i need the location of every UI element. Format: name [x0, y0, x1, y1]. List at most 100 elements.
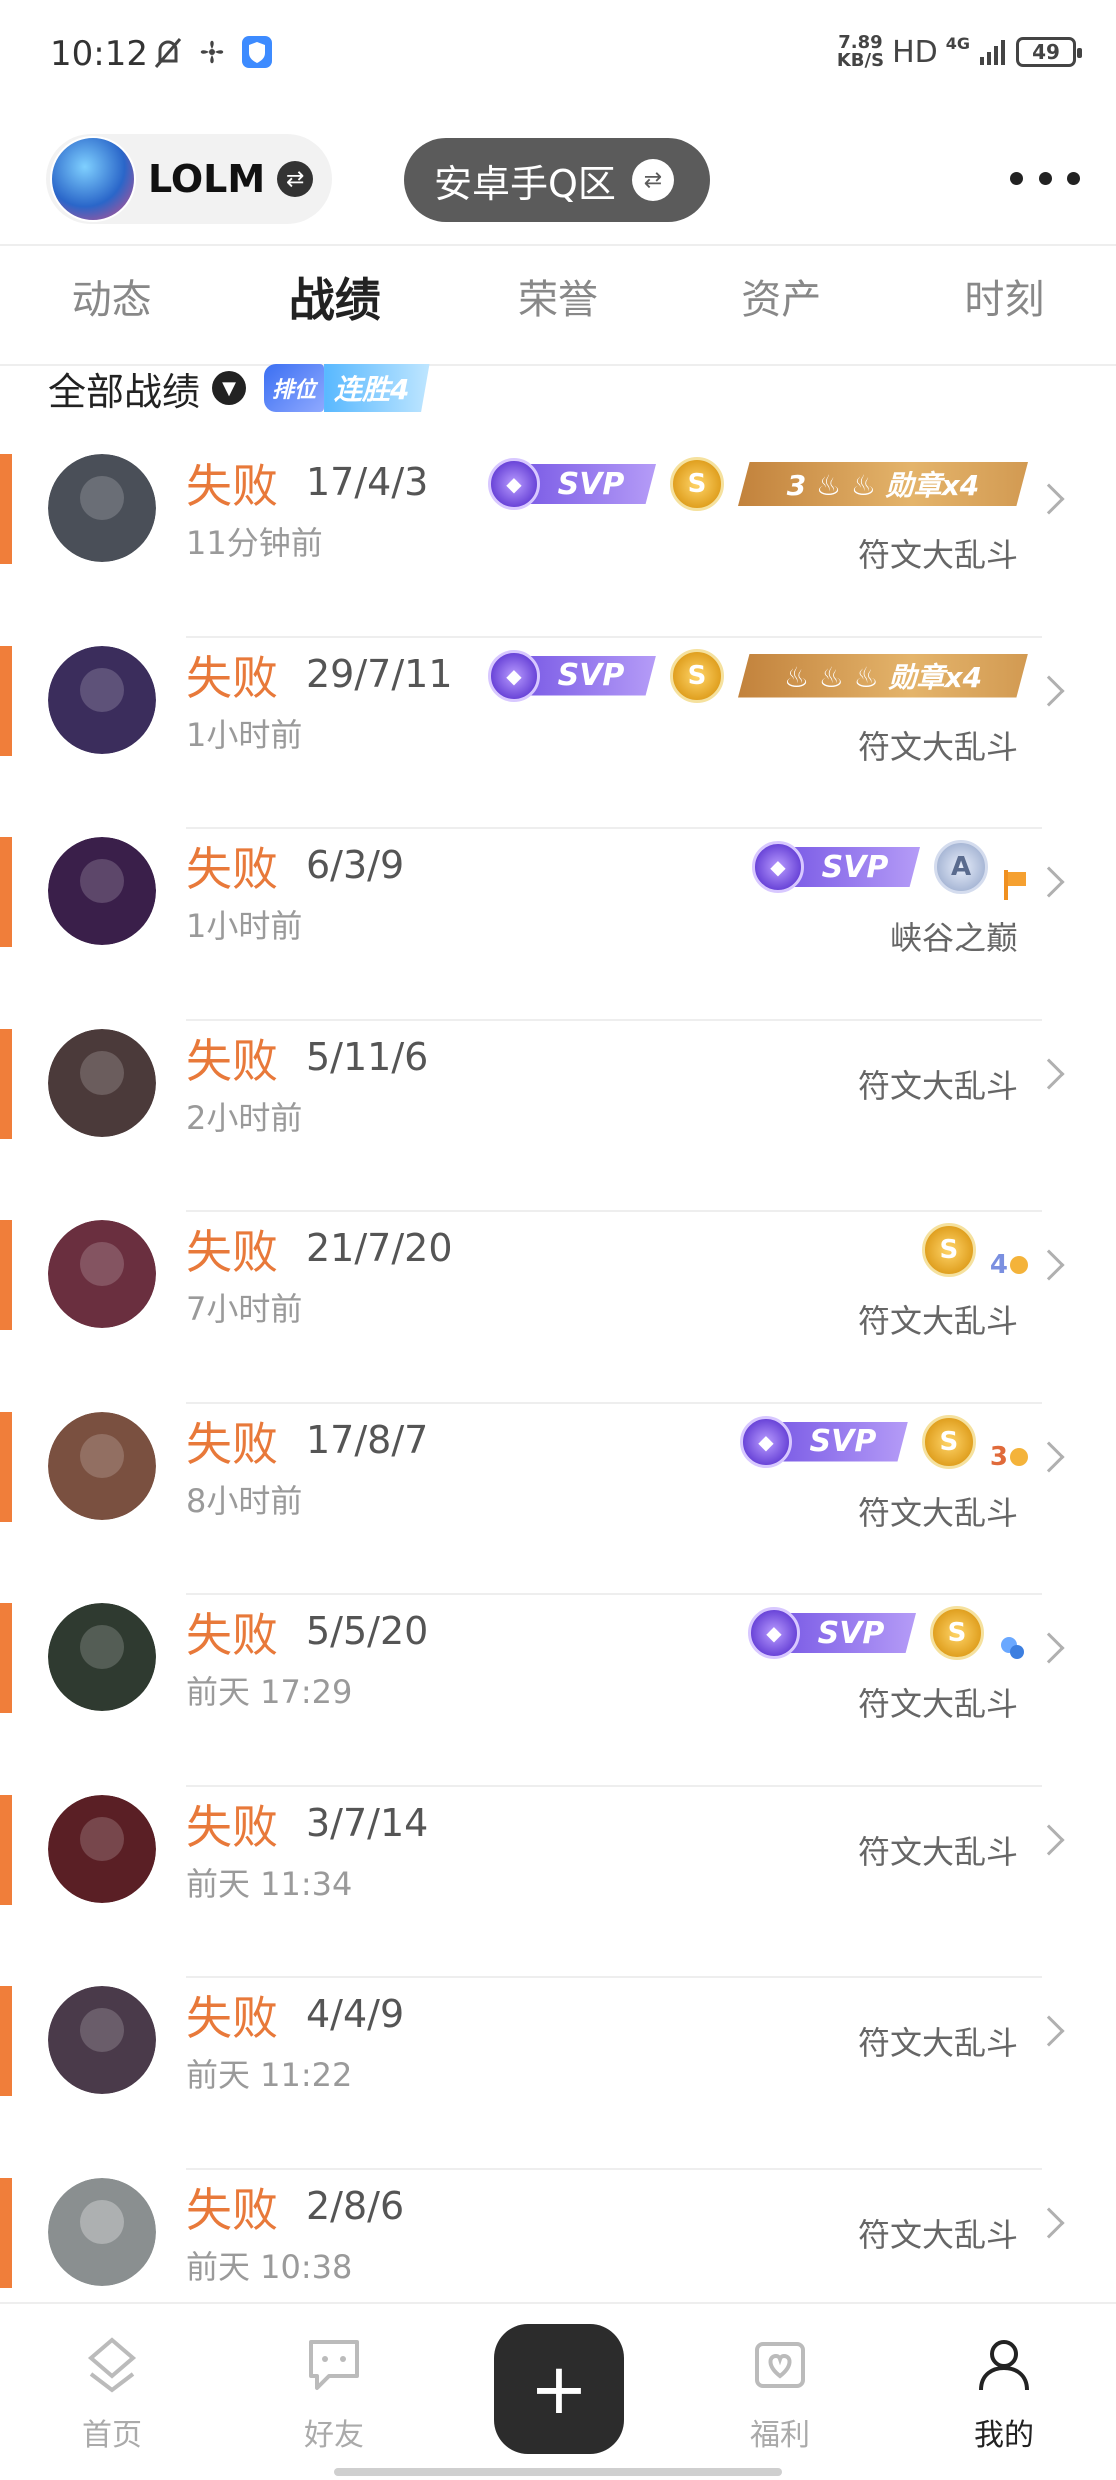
match-mode: 符文大乱斗	[857, 1493, 1018, 1532]
tab-assets[interactable]: 资产	[670, 250, 893, 360]
match-result: 失败	[186, 1608, 278, 1662]
tab-dynamic[interactable]: 动态	[0, 250, 223, 360]
match-time: 1小时前	[186, 907, 303, 945]
chevron-right-icon	[1033, 483, 1065, 515]
match-time: 11分钟前	[186, 524, 323, 562]
filter-label: 全部战绩	[48, 369, 201, 414]
match-row[interactable]: 失败 17/4/3 11分钟前 ◆ SVP S 3 ♨ ♨ 勋章x4 符文大乱斗	[0, 446, 1116, 638]
game-switcher[interactable]: LOLM ⇄	[46, 134, 332, 224]
match-result: 失败	[186, 650, 278, 705]
match-kda: 17/8/7	[306, 1417, 429, 1462]
match-time: 7小时前	[186, 1290, 303, 1328]
hd-label: HD	[892, 34, 938, 70]
chevron-right-icon	[1033, 1823, 1065, 1856]
match-result: 失败	[186, 1033, 278, 1088]
s-grade-badge: S	[930, 1606, 984, 1660]
chevron-right-icon	[1033, 2206, 1065, 2239]
home-icon	[87, 2337, 137, 2393]
match-time: 1小时前	[186, 715, 303, 754]
match-row[interactable]: 失败 29/7/11 1小时前 ◆ SVP S ♨ ♨ ♨ 勋章x4 符文大乱斗	[0, 638, 1116, 829]
hero-avatar	[48, 1220, 156, 1328]
nav-home[interactable]: 首页	[52, 2334, 172, 2454]
match-row[interactable]: 失败 5/11/6 2小时前 符文大乱斗	[0, 1021, 1116, 1212]
match-badges: ◆ SVP S 3	[739, 1412, 1028, 1472]
network-label: 4G	[945, 34, 970, 53]
match-mode: 符文大乱斗	[857, 2215, 1018, 2254]
hero-avatar	[48, 454, 156, 562]
result-indicator	[0, 1603, 12, 1713]
match-time: 前天 11:34	[186, 1864, 353, 1903]
nav-welfare[interactable]: 福利	[720, 2334, 840, 2454]
streak-badge: 排位 连胜4	[264, 364, 430, 412]
hero-avatar	[48, 2177, 156, 2286]
battery-indicator: 49	[1016, 37, 1082, 67]
chevron-right-icon	[1033, 2015, 1065, 2047]
bottom-nav: 首页 好友 + 福利 我的	[0, 2302, 1116, 2480]
chevron-right-icon	[1033, 1632, 1065, 1664]
record-filter[interactable]: 全部战绩 ▼ 排位 连胜4	[48, 360, 430, 416]
network-speed: 7.89 KB/S	[836, 32, 885, 71]
streak-text: 连胜4	[324, 364, 430, 412]
coin-count-badge: 3	[990, 1442, 1028, 1472]
match-row[interactable]: 失败 21/7/20 7小时前 S 4 符文大乱斗	[0, 1212, 1116, 1404]
tab-records[interactable]: 战绩	[223, 250, 446, 360]
nav-friends[interactable]: 好友	[274, 2334, 394, 2454]
more-button[interactable]	[1010, 158, 1080, 198]
chevron-down-icon: ▼	[212, 371, 247, 405]
match-result: 失败	[186, 459, 278, 513]
match-kda: 2/8/6	[306, 2183, 405, 2228]
svp-badge: ◆ SVP	[739, 1415, 908, 1468]
match-badges: ◆ SVP S 3 ♨ ♨ 勋章x4	[488, 454, 1028, 514]
match-badges: ◆ SVP S	[748, 1603, 1028, 1663]
game-name: LOLM	[148, 157, 266, 201]
tab-honor[interactable]: 荣誉	[446, 250, 669, 360]
shield-icon	[242, 36, 272, 68]
mute-bell-icon	[154, 38, 182, 68]
chevron-right-icon	[1033, 1057, 1065, 1090]
match-kda: 5/11/6	[306, 1034, 429, 1079]
status-icons	[152, 34, 274, 70]
match-result: 失败	[186, 842, 278, 896]
medal-badge: ♨ ♨ ♨ 勋章x4	[738, 653, 1028, 698]
match-badges: ◆ SVP S ♨ ♨ ♨ 勋章x4	[488, 646, 1028, 706]
medal-badge: 3 ♨ ♨ 勋章x4	[738, 462, 1028, 506]
tab-bar: 动态 战绩 荣誉 资产 时刻	[0, 250, 1116, 360]
hero-avatar	[48, 1794, 156, 1903]
match-row[interactable]: 失败 6/3/9 1小时前 ◆ SVP A 峡谷之巅	[0, 829, 1116, 1021]
chat-icon	[309, 2340, 359, 2390]
s-grade-badge: S	[921, 1223, 976, 1277]
hero-avatar	[48, 645, 156, 754]
match-row[interactable]: 失败 4/4/9 前天 11:22 符文大乱斗	[0, 1978, 1116, 2170]
tab-moments[interactable]: 时刻	[893, 250, 1116, 360]
match-time: 前天 17:29	[186, 1673, 353, 1711]
svp-badge: ◆ SVP	[752, 841, 920, 893]
s-grade-badge: S	[921, 1414, 976, 1469]
add-button[interactable]: +	[494, 2324, 624, 2454]
match-row[interactable]: 失败 5/5/20 前天 17:29 ◆ SVP S 符文大乱斗	[0, 1595, 1116, 1787]
server-switcher[interactable]: 安卓手Q区 ⇄	[404, 138, 710, 222]
top-header: LOLM ⇄ 安卓手Q区 ⇄	[0, 128, 1116, 228]
status-time: 10:12	[50, 34, 148, 74]
signal-icon	[980, 40, 1005, 65]
result-indicator	[0, 1794, 12, 1905]
match-result: 失败	[186, 1799, 278, 1854]
match-kda: 21/7/20	[306, 1226, 453, 1270]
chevron-right-icon	[1033, 866, 1065, 898]
chevron-right-icon	[1033, 674, 1065, 707]
result-indicator	[0, 1986, 12, 2096]
result-indicator	[0, 454, 12, 564]
match-mode: 符文大乱斗	[857, 1066, 1018, 1105]
nav-profile[interactable]: 我的	[944, 2334, 1064, 2454]
match-row[interactable]: 失败 3/7/14 前天 11:34 符文大乱斗	[0, 1787, 1116, 1978]
result-indicator	[0, 837, 12, 947]
match-badges: S 4	[921, 1220, 1028, 1280]
match-kda: 6/3/9	[306, 843, 405, 887]
profile-icon	[979, 2340, 1029, 2391]
match-mode: 峡谷之巅	[889, 919, 1018, 957]
match-row[interactable]: 失败 17/8/7 8小时前 ◆ SVP S 3 符文大乱斗	[0, 1404, 1116, 1595]
match-time: 2小时前	[186, 1098, 303, 1137]
result-indicator	[0, 2177, 12, 2288]
hero-avatar	[48, 1411, 156, 1520]
match-time: 前天 11:22	[186, 2056, 353, 2094]
match-time: 前天 10:38	[186, 2247, 353, 2286]
